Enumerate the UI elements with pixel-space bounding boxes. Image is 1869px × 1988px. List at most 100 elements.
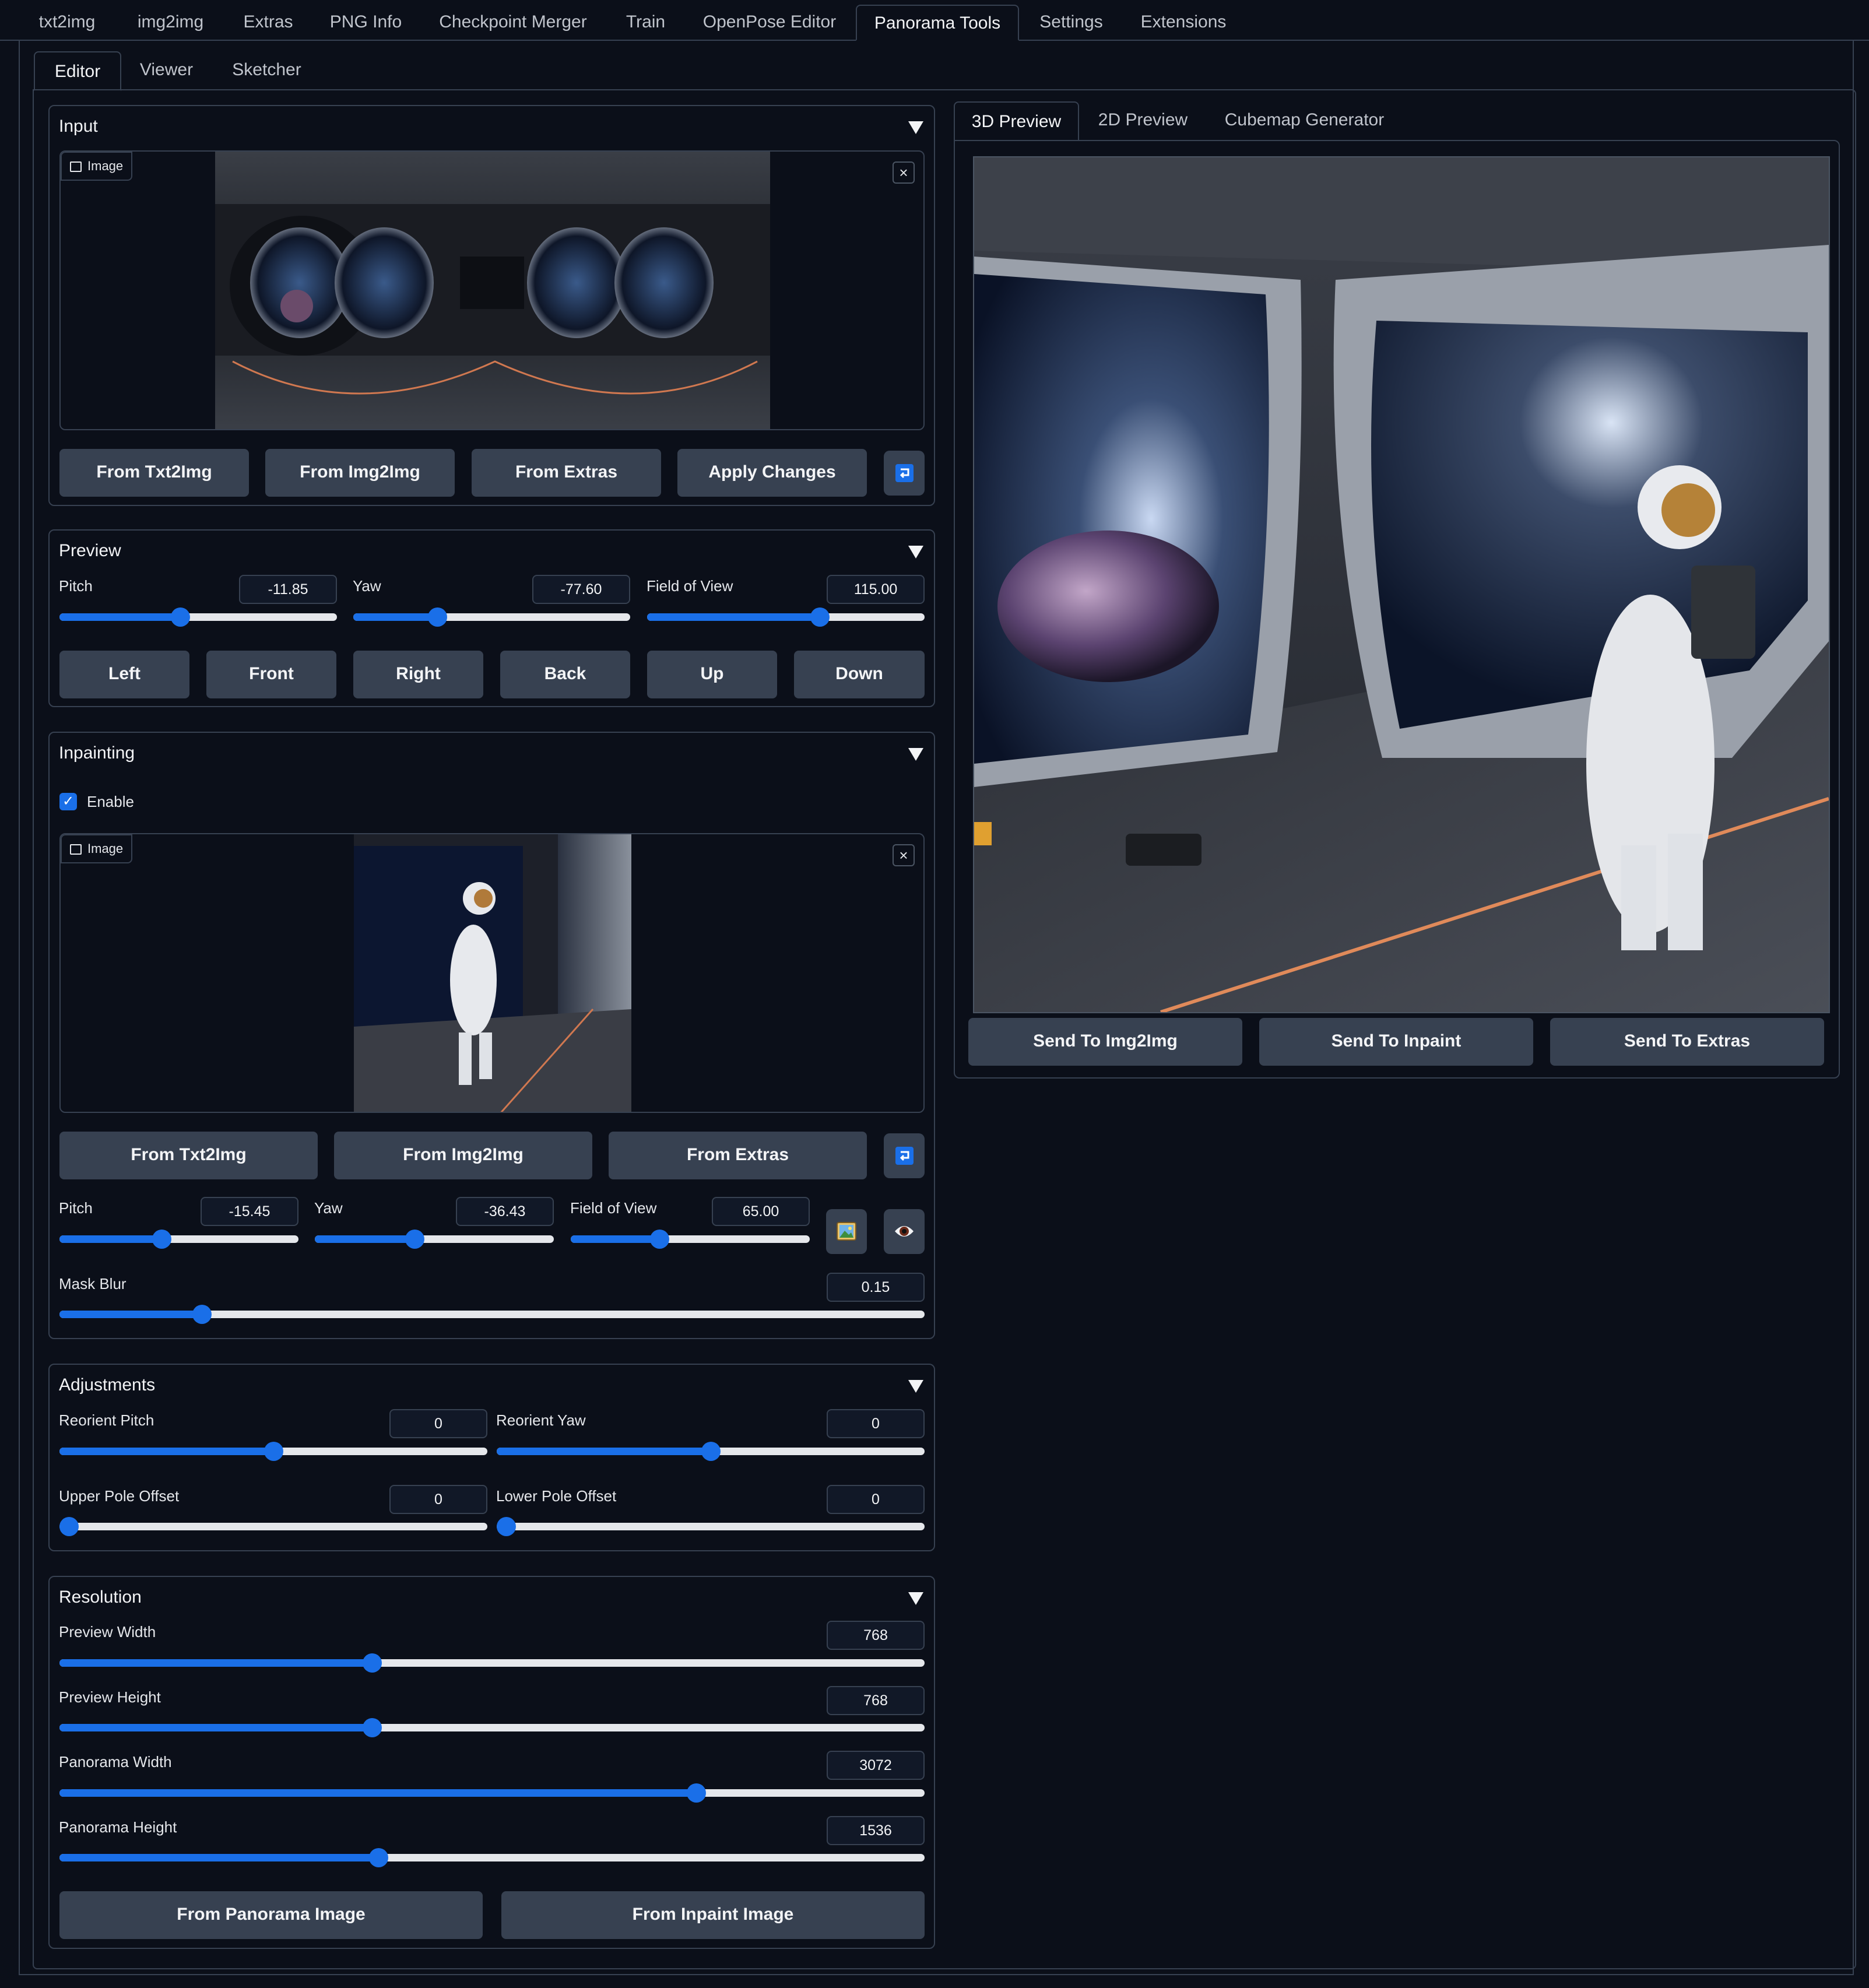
tab-train[interactable]: Train xyxy=(615,5,676,41)
slider-thumb[interactable] xyxy=(362,1653,382,1673)
preview-height-input[interactable]: 768 xyxy=(827,1686,925,1715)
tab-extras[interactable]: Extras xyxy=(233,5,303,41)
inpaint-swap-button[interactable] xyxy=(884,1133,925,1178)
from-panorama-image-button[interactable]: From Panorama Image xyxy=(59,1891,483,1939)
close-icon[interactable]: × xyxy=(893,844,915,866)
toggle-view-button[interactable] xyxy=(884,1209,925,1254)
view-up-button[interactable]: Up xyxy=(647,651,777,698)
tab-checkpoint-merger[interactable]: Checkpoint Merger xyxy=(428,5,598,41)
triangle-down-icon[interactable] xyxy=(908,121,923,134)
inpaint-pitch-slider[interactable] xyxy=(59,1230,298,1249)
tab-sketcher[interactable]: Sketcher xyxy=(222,52,312,89)
input-image-dropzone[interactable]: Image × xyxy=(59,150,925,430)
preview-width-input[interactable]: 768 xyxy=(827,1621,925,1650)
upper-pole-offset-input[interactable]: 0 xyxy=(389,1485,487,1514)
view-back-button[interactable]: Back xyxy=(500,651,630,698)
slider-thumb[interactable] xyxy=(701,1442,721,1461)
slider-thumb[interactable] xyxy=(264,1442,283,1461)
tab-png-info[interactable]: PNG Info xyxy=(321,5,411,41)
tab-panorama-tools[interactable]: Panorama Tools xyxy=(856,5,1019,41)
mask-blur-slider[interactable] xyxy=(59,1305,925,1324)
input-from-img2img-button[interactable]: From Img2Img xyxy=(265,449,455,497)
preview-pitch-slider[interactable] xyxy=(59,607,337,627)
reorient-pitch-input[interactable]: 0 xyxy=(389,1409,487,1438)
image-icon xyxy=(70,844,82,855)
input-from-extras-button[interactable]: From Extras xyxy=(472,449,661,497)
preview-yaw-input[interactable]: -77.60 xyxy=(532,575,630,604)
preview-height-label: Preview Height xyxy=(59,1688,161,1706)
resolution-title: Resolution xyxy=(59,1587,142,1607)
input-from-txt2img-button[interactable]: From Txt2Img xyxy=(59,449,249,497)
inpaint-fov-slider[interactable] xyxy=(571,1230,810,1249)
panorama-height-input[interactable]: 1536 xyxy=(827,1816,925,1845)
slider-thumb[interactable] xyxy=(810,607,830,627)
send-to-img2img-button[interactable]: Send To Img2Img xyxy=(968,1018,1242,1066)
slider-thumb[interactable] xyxy=(152,1230,171,1249)
slider-thumb[interactable] xyxy=(405,1230,424,1249)
inpaint-image-dropzone[interactable]: Image × xyxy=(59,833,925,1113)
inpaint-yaw-input[interactable]: -36.43 xyxy=(456,1197,554,1226)
preview-fov-slider[interactable] xyxy=(647,607,925,627)
triangle-down-icon[interactable] xyxy=(908,1592,923,1605)
inpaint-from-txt2img-button[interactable]: From Txt2Img xyxy=(59,1132,318,1179)
panorama-height-slider[interactable] xyxy=(59,1848,925,1867)
reorient-pitch-slider[interactable] xyxy=(59,1442,487,1461)
input-swap-button[interactable] xyxy=(884,451,925,496)
preview-pitch-input[interactable]: -11.85 xyxy=(239,575,337,604)
inpaint-fov-input[interactable]: 65.00 xyxy=(712,1197,810,1226)
send-to-extras-button[interactable]: Send To Extras xyxy=(1550,1018,1824,1066)
enable-label: Enable xyxy=(87,793,134,810)
close-icon[interactable]: × xyxy=(893,161,915,184)
tab-viewer[interactable]: Viewer xyxy=(127,52,206,89)
swap-icon xyxy=(895,1147,914,1165)
3d-preview-viewport[interactable] xyxy=(973,156,1830,1013)
slider-thumb[interactable] xyxy=(497,1517,516,1536)
view-down-button[interactable]: Down xyxy=(794,651,925,698)
upper-pole-offset-slider[interactable] xyxy=(59,1517,487,1536)
slider-thumb[interactable] xyxy=(59,1517,79,1536)
triangle-down-icon[interactable] xyxy=(908,748,923,761)
lower-pole-offset-input[interactable]: 0 xyxy=(827,1485,925,1514)
tab-openpose-editor[interactable]: OpenPose Editor xyxy=(694,5,845,41)
slider-thumb[interactable] xyxy=(362,1718,382,1737)
slider-fill xyxy=(59,1235,161,1243)
view-right-button[interactable]: Right xyxy=(353,651,483,698)
tab-txt2img[interactable]: txt2img xyxy=(26,5,108,41)
inpaint-from-extras-button[interactable]: From Extras xyxy=(609,1132,867,1179)
tab-cubemap-generator[interactable]: Cubemap Generator xyxy=(1215,103,1393,139)
mask-blur-input[interactable]: 0.15 xyxy=(827,1273,925,1302)
reorient-yaw-input[interactable]: 0 xyxy=(827,1409,925,1438)
send-to-inpaint-button[interactable]: Send To Inpaint xyxy=(1259,1018,1533,1066)
tab-2d-preview[interactable]: 2D Preview xyxy=(1086,103,1200,139)
inpaint-pitch-input[interactable]: -15.45 xyxy=(201,1197,298,1226)
paste-image-button[interactable] xyxy=(826,1209,867,1254)
tab-3d-preview[interactable]: 3D Preview xyxy=(954,101,1079,141)
preview-yaw-slider[interactable] xyxy=(353,607,630,627)
enable-checkbox[interactable]: ✓ xyxy=(59,793,77,810)
apply-changes-button[interactable]: Apply Changes xyxy=(677,449,867,497)
triangle-down-icon[interactable] xyxy=(908,1380,923,1393)
slider-fill xyxy=(647,613,820,621)
inpaint-yaw-label: Yaw xyxy=(314,1199,343,1217)
slider-thumb[interactable] xyxy=(170,607,190,627)
inpaint-yaw-slider[interactable] xyxy=(315,1230,554,1249)
slider-thumb[interactable] xyxy=(192,1305,212,1324)
lower-pole-offset-slider[interactable] xyxy=(497,1517,925,1536)
from-inpaint-image-button[interactable]: From Inpaint Image xyxy=(501,1891,925,1939)
view-front-button[interactable]: Front xyxy=(206,651,336,698)
tab-settings[interactable]: Settings xyxy=(1029,5,1113,41)
slider-thumb[interactable] xyxy=(650,1230,670,1249)
view-left-button[interactable]: Left xyxy=(59,651,189,698)
tab-img2img[interactable]: img2img xyxy=(125,5,216,41)
preview-width-slider[interactable] xyxy=(59,1653,925,1673)
panorama-width-slider[interactable] xyxy=(59,1783,925,1803)
preview-fov-input[interactable]: 115.00 xyxy=(827,575,925,604)
slider-thumb[interactable] xyxy=(686,1783,706,1803)
reorient-yaw-slider[interactable] xyxy=(497,1442,925,1461)
inpaint-from-img2img-button[interactable]: From Img2Img xyxy=(334,1132,592,1179)
triangle-down-icon[interactable] xyxy=(908,546,923,559)
tab-extensions[interactable]: Extensions xyxy=(1131,5,1236,41)
panorama-width-input[interactable]: 3072 xyxy=(827,1751,925,1780)
tab-editor[interactable]: Editor xyxy=(34,51,121,91)
preview-height-slider[interactable] xyxy=(59,1718,925,1737)
